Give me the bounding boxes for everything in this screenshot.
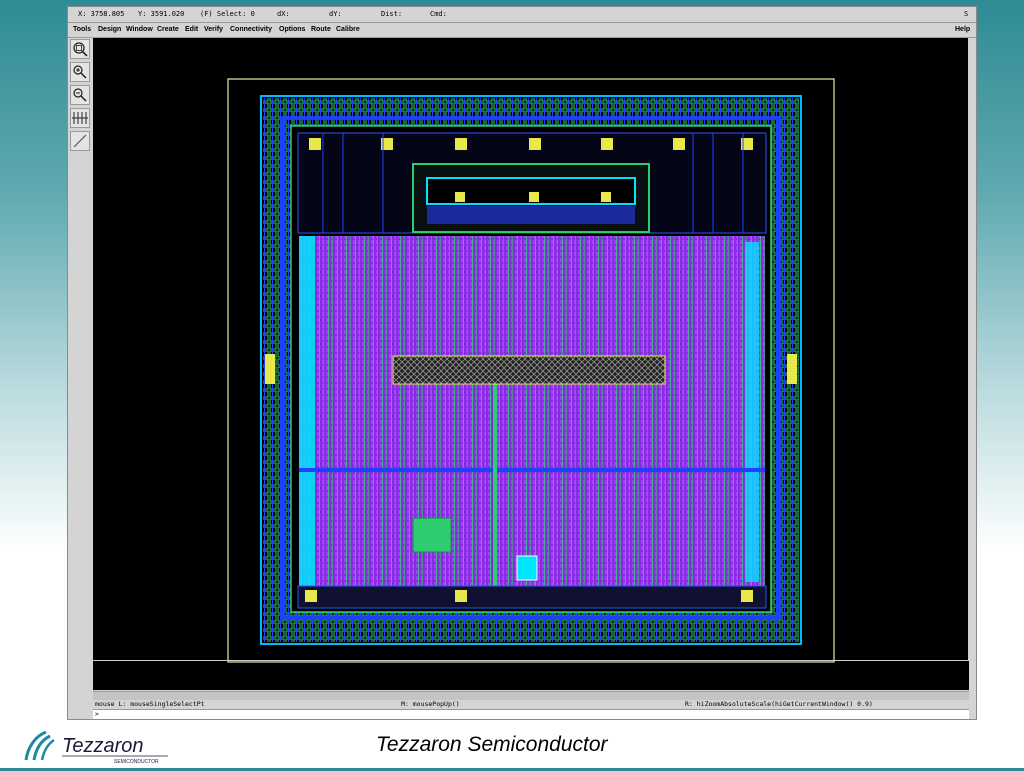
mouse-right-binding: R: hiZoomAbsoluteScale(hiGetCurrentWindo… xyxy=(685,700,873,708)
canvas-horizontal-guide xyxy=(93,660,969,661)
coordinate-bar: X: 3758.805 Y: 3591.020 (F) Select: 0 dX… xyxy=(68,7,976,23)
tool-column xyxy=(69,38,91,688)
menu-bar: Tools Design Window Create Edit Verify C… xyxy=(68,23,976,38)
small-macro xyxy=(516,555,538,581)
cmd-readout: Cmd: xyxy=(430,10,447,18)
pan-icon xyxy=(72,112,88,124)
canvas-vertical-guide xyxy=(968,38,969,660)
layout-canvas[interactable] xyxy=(93,38,969,690)
menu-window[interactable]: Window xyxy=(126,26,153,33)
corner-indicator: S xyxy=(964,10,969,18)
zoom-out-icon xyxy=(73,88,87,102)
dy-readout: dY: xyxy=(329,10,342,18)
select-count: (F) Select: 0 xyxy=(200,10,255,18)
vertical-power-strap xyxy=(493,378,497,588)
menu-tools[interactable]: Tools xyxy=(73,26,91,33)
zoom-in-icon xyxy=(73,65,87,79)
svg-text:SEMICONDUCTOR: SEMICONDUCTOR xyxy=(114,759,159,765)
menu-create[interactable]: Create xyxy=(157,26,179,33)
menu-options[interactable]: Options xyxy=(279,26,305,33)
mouse-left-binding: mouse L: mouseSingleSelectPt xyxy=(95,700,205,708)
zoom-fit-icon xyxy=(73,42,88,57)
zoom-out-button[interactable] xyxy=(70,85,90,105)
mouse-middle-binding: M: mousePopUp() xyxy=(401,700,460,708)
svg-text:Tezzaron: Tezzaron xyxy=(62,735,144,757)
memory-array-strip xyxy=(392,355,666,385)
right-core-strap xyxy=(745,242,759,582)
chip-layout-drawing xyxy=(227,78,835,663)
menu-design[interactable]: Design xyxy=(98,26,121,33)
menu-edit[interactable]: Edit xyxy=(185,26,198,33)
mouse-status-bar: mouse L: mouseSingleSelectPt M: mousePop… xyxy=(93,699,969,709)
menu-verify[interactable]: Verify xyxy=(204,26,223,33)
zoom-fit-button[interactable] xyxy=(70,39,90,59)
layout-editor-window: X: 3758.805 Y: 3591.020 (F) Select: 0 dX… xyxy=(67,6,977,720)
command-line[interactable]: > xyxy=(93,709,969,719)
zoom-in-button[interactable] xyxy=(70,62,90,82)
pan-button[interactable] xyxy=(70,108,90,128)
footer-title: Tezzaron Semiconductor xyxy=(376,733,608,756)
top-sub-block-bus xyxy=(427,206,635,224)
menu-connectivity[interactable]: Connectivity xyxy=(230,26,272,33)
menu-calibre[interactable]: Calibre xyxy=(336,26,360,33)
ruler-button[interactable] xyxy=(70,131,90,151)
horizontal-power-strap xyxy=(299,468,765,472)
core-logic-area xyxy=(299,236,765,588)
left-core-strap xyxy=(299,236,315,588)
y-coordinate: Y: 3591.020 xyxy=(138,10,185,18)
ruler-icon xyxy=(73,134,87,148)
bottom-control-area xyxy=(297,585,767,609)
x-coordinate: X: 3758.805 xyxy=(78,10,125,18)
dist-readout: Dist: xyxy=(381,10,403,18)
tezzaron-logo: Tezzaron SEMICONDUCTOR xyxy=(18,726,178,766)
dx-readout: dX: xyxy=(277,10,290,18)
menu-help[interactable]: Help xyxy=(955,26,970,33)
analog-macro xyxy=(412,517,452,553)
tezzaron-logo-mark: Tezzaron SEMICONDUCTOR xyxy=(24,730,168,765)
menu-route[interactable]: Route xyxy=(311,26,331,33)
command-prompt: > xyxy=(95,710,99,718)
